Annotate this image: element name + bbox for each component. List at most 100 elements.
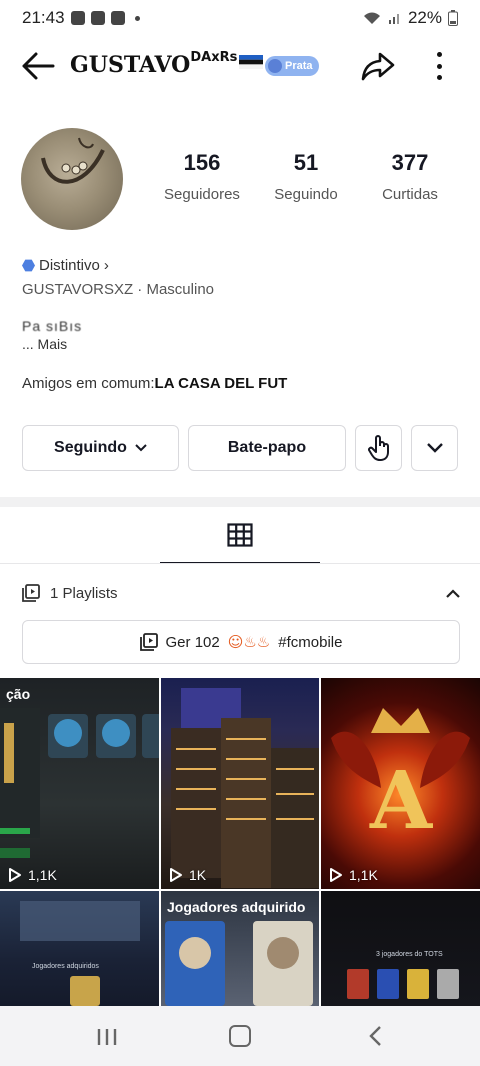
badge-link[interactable]: Distintivo › bbox=[22, 257, 109, 274]
estonia-flag-icon bbox=[239, 55, 264, 69]
username-text: GUSTAVO bbox=[70, 52, 191, 78]
video-thumbnail[interactable]: 1K bbox=[161, 678, 319, 889]
profile-header: GUSTAVODAxRs Prata bbox=[0, 40, 480, 92]
video-caption: ção bbox=[6, 686, 31, 702]
mutual-friends-label: Amigos em comum: bbox=[22, 375, 155, 392]
video-thumbnail[interactable]: Jogadores adquiridos bbox=[0, 891, 159, 1006]
video-thumbnail[interactable]: A 1,1K bbox=[321, 678, 480, 889]
playlist-icon bbox=[139, 633, 158, 651]
thumbnail-text: 3 jogadores do TOTS bbox=[376, 951, 443, 958]
emoji-icons: ☺♨♨ bbox=[227, 633, 271, 651]
suggestions-dropdown-button[interactable] bbox=[411, 425, 458, 471]
mutual-friend-name: LA CASA DEL FUT bbox=[154, 375, 288, 392]
recent-apps-button[interactable] bbox=[96, 1028, 118, 1051]
wifi-icon bbox=[363, 12, 380, 24]
view-count-text: 1,1K bbox=[349, 867, 378, 883]
thumbnail-art bbox=[171, 688, 319, 888]
followers-label: Seguidores bbox=[164, 186, 240, 203]
play-icon bbox=[330, 868, 342, 882]
playlist-name: Ger 102 bbox=[165, 633, 220, 651]
more-vertical-icon-dot bbox=[436, 75, 442, 80]
share-icon bbox=[361, 52, 395, 81]
play-icon bbox=[9, 868, 21, 882]
section-divider bbox=[0, 497, 480, 507]
bio-text: Pa sıBıs bbox=[22, 318, 83, 334]
view-count: 1,1K bbox=[329, 867, 378, 883]
followers-count: 156 bbox=[183, 150, 221, 175]
following-button-label: Seguindo bbox=[54, 439, 127, 456]
share-button[interactable] bbox=[360, 50, 396, 82]
playlist-tag: #fcmobile bbox=[278, 633, 343, 651]
following-button[interactable]: Seguindo bbox=[22, 425, 179, 471]
thumbnail-art: A bbox=[331, 708, 470, 847]
hexagon-badge-icon bbox=[22, 259, 35, 272]
likes-label: Curtidas bbox=[382, 186, 438, 203]
view-count: 1K bbox=[169, 867, 206, 883]
tier-label: Prata bbox=[285, 60, 313, 72]
more-options-button[interactable] bbox=[428, 50, 450, 82]
more-notifications-icon bbox=[134, 15, 140, 21]
profile-handle: GUSTAVORSXZ bbox=[22, 281, 134, 298]
battery-percentage: 22% bbox=[407, 8, 442, 27]
play-icon bbox=[170, 868, 182, 882]
system-navigation-bar bbox=[0, 1006, 480, 1066]
following-count: 51 bbox=[293, 150, 319, 175]
tier-badge[interactable]: Prata bbox=[265, 56, 319, 76]
signal-icon bbox=[388, 14, 399, 24]
chat-button[interactable]: Bate-papo bbox=[188, 425, 346, 471]
profile-stats: 156 Seguidores 51 Seguindo 377 Curtidas bbox=[150, 150, 470, 203]
view-count-text: 1,1K bbox=[28, 867, 57, 883]
followers-stat[interactable]: 156 Seguidores bbox=[150, 150, 254, 203]
avatar-image bbox=[41, 137, 105, 184]
avatar[interactable] bbox=[21, 128, 123, 230]
chevron-up-icon[interactable] bbox=[446, 588, 460, 598]
back-arrow-icon bbox=[22, 52, 55, 80]
system-back-button[interactable] bbox=[368, 1025, 382, 1052]
video-thumbnail[interactable]: Jogadores adquirido bbox=[161, 891, 319, 1006]
playlist-icon bbox=[22, 584, 40, 602]
more-vertical-icon-dot bbox=[436, 52, 442, 57]
home-button[interactable] bbox=[229, 1025, 251, 1047]
chevron-right-icon: › bbox=[103, 257, 109, 274]
tab-videos-grid[interactable] bbox=[160, 508, 320, 564]
gallery-notification-icon bbox=[70, 11, 85, 25]
grid-icon bbox=[227, 523, 253, 547]
view-count: 1,1K bbox=[8, 867, 57, 883]
video-caption: Jogadores adquirido bbox=[167, 899, 306, 915]
bio-more-link[interactable]: ... Mais bbox=[22, 335, 82, 353]
playlists-header[interactable]: 1 Playlists bbox=[22, 578, 460, 608]
profile-handle-line: GUSTAVORSXZ · Masculino bbox=[22, 281, 214, 298]
tier-icon bbox=[268, 59, 282, 73]
status-time: 21:43 bbox=[22, 8, 65, 27]
playlists-count-label: 1 Playlists bbox=[50, 584, 118, 602]
chat-button-label: Bate-papo bbox=[227, 439, 307, 456]
back-button[interactable] bbox=[20, 50, 56, 82]
profile-gender: Masculino bbox=[146, 281, 214, 298]
following-stat[interactable]: 51 Seguindo bbox=[254, 150, 358, 203]
app-notification-icon-2 bbox=[110, 11, 125, 25]
profile-bio: Pa sıBıs ... Mais bbox=[22, 317, 82, 353]
hand-tap-icon bbox=[367, 435, 389, 461]
chevron-down-icon bbox=[135, 444, 147, 452]
app-notification-icon bbox=[90, 11, 105, 25]
video-thumbnail[interactable]: ção 1,1K bbox=[0, 678, 159, 889]
likes-count: 377 bbox=[391, 150, 429, 175]
status-bar: 21:43 22% bbox=[0, 0, 480, 36]
view-count-text: 1K bbox=[189, 867, 207, 883]
following-label: Seguindo bbox=[274, 186, 338, 203]
chevron-left-icon bbox=[369, 1026, 381, 1046]
thumbnail-art bbox=[20, 901, 140, 1006]
more-vertical-icon-dot bbox=[436, 63, 442, 69]
video-grid: ção 1,1K 1K A 1,1K Jogadores adquiridos … bbox=[0, 678, 480, 1006]
thumbnail-art bbox=[0, 708, 159, 858]
poke-button[interactable] bbox=[355, 425, 402, 471]
svg-text:A: A bbox=[369, 753, 433, 847]
thumbnail-art bbox=[347, 969, 459, 999]
video-thumbnail[interactable]: 3 jogadores do TOTS bbox=[321, 891, 480, 1006]
mutual-friends[interactable]: Amigos em comum:LA CASA DEL FUT bbox=[22, 375, 287, 392]
likes-stat[interactable]: 377 Curtidas bbox=[358, 150, 462, 203]
chevron-down-icon bbox=[426, 443, 443, 453]
profile-username: GUSTAVODAxRs bbox=[70, 50, 264, 78]
playlist-chip[interactable]: Ger 102 ☺♨♨ #fcmobile bbox=[22, 620, 460, 664]
recent-apps-icon bbox=[97, 1029, 117, 1045]
